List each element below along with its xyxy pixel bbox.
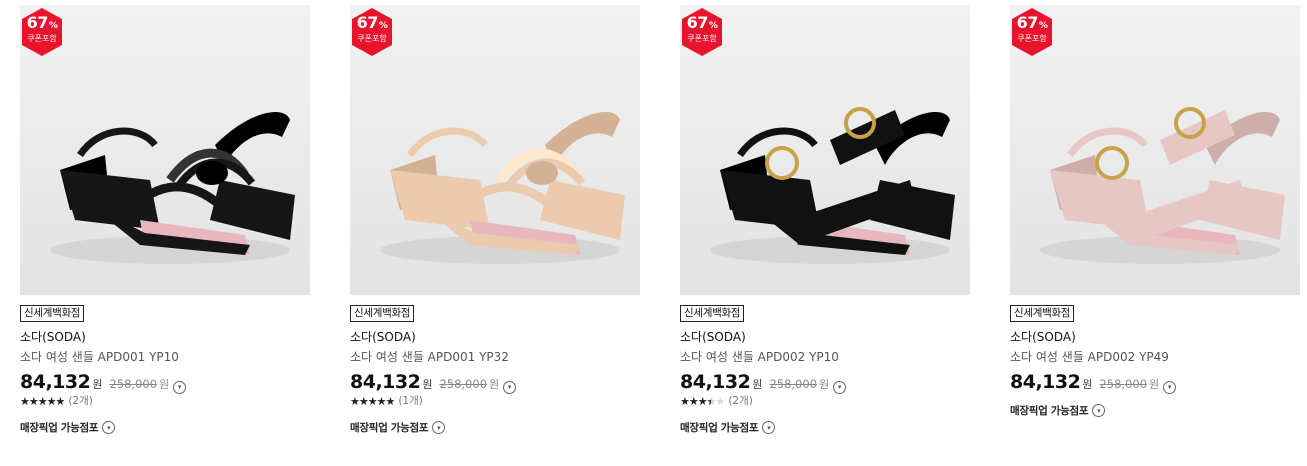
discount-value: 67 bbox=[1016, 13, 1039, 32]
sale-currency: 원 bbox=[422, 378, 433, 391]
review-count[interactable]: (2개) bbox=[68, 395, 93, 408]
chevron-down-icon[interactable]: ▾ bbox=[432, 421, 446, 434]
discount-badge: 67% 쿠폰포함 bbox=[20, 7, 64, 57]
store-tag: 신세계백화점 bbox=[350, 305, 415, 322]
chevron-down-icon[interactable]: ▾ bbox=[833, 380, 847, 394]
discount-percent: 67% bbox=[20, 15, 64, 34]
sale-price: 84,132 bbox=[680, 371, 751, 393]
product-name[interactable]: 소다 여성 샌들 APD001 YP10 bbox=[20, 350, 310, 365]
product-name[interactable]: 소다 여성 샌들 APD002 YP10 bbox=[680, 350, 970, 365]
star-rating-icon: ★★★★★ ★★★★★ bbox=[350, 395, 395, 408]
coupon-label: 쿠폰포함 bbox=[1017, 34, 1047, 43]
sale-price: 84,132 bbox=[20, 371, 91, 393]
discount-percent: 67% bbox=[1010, 15, 1054, 34]
sale-price: 84,132 bbox=[1010, 371, 1081, 393]
stars-filled: ★★★★★ bbox=[350, 395, 395, 408]
coupon-label: 쿠폰포함 bbox=[357, 34, 387, 43]
chevron-down-icon[interactable]: ▾ bbox=[173, 380, 187, 394]
review-count[interactable]: (2개) bbox=[728, 395, 753, 408]
product-card[interactable]: 67% 쿠폰포함 신세계백화점 소다(SODA) 소다 여성 샌들 APD001… bbox=[20, 5, 310, 435]
store-tag: 신세계백화점 bbox=[20, 305, 85, 322]
product-name[interactable]: 소다 여성 샌들 APD002 YP49 bbox=[1010, 350, 1300, 365]
coupon-label: 쿠폰포함 bbox=[687, 34, 717, 43]
pickup-label: 매장픽업 가능점포 bbox=[1010, 405, 1089, 417]
rating: ★★★★★ ★★★★★ (1개) bbox=[350, 395, 640, 408]
star-rating-icon: ★★★★★ ★★★★★ bbox=[680, 395, 725, 408]
original-price: 258,000 bbox=[769, 377, 818, 391]
discount-percent: 67% bbox=[680, 15, 724, 34]
product-card[interactable]: 67% 쿠폰포함 신세계백화점 소다(SODA) 소다 여성 샌들 APD001… bbox=[350, 5, 640, 435]
original-currency: 원 bbox=[159, 378, 170, 391]
product-image[interactable]: 67% 쿠폰포함 bbox=[350, 5, 640, 295]
discount-value: 67 bbox=[356, 13, 379, 32]
product-name[interactable]: 소다 여성 샌들 APD001 YP32 bbox=[350, 350, 640, 365]
discount-value: 67 bbox=[686, 13, 709, 32]
chevron-down-icon[interactable]: ▾ bbox=[503, 380, 517, 394]
rating: ★★★★★ ★★★★★ (2개) bbox=[680, 395, 970, 408]
store-tag: 신세계백화점 bbox=[1010, 305, 1075, 322]
brand-name[interactable]: 소다(SODA) bbox=[680, 330, 970, 345]
percent-sign: % bbox=[48, 21, 58, 31]
discount-badge: 67% 쿠폰포함 bbox=[350, 7, 394, 57]
price-row: 84,132 원 258,000 원 ▾ bbox=[350, 371, 640, 394]
percent-sign: % bbox=[1038, 21, 1048, 31]
original-currency: 원 bbox=[489, 378, 500, 391]
chevron-down-icon[interactable]: ▾ bbox=[1163, 380, 1177, 394]
review-count[interactable]: (1개) bbox=[398, 395, 423, 408]
percent-sign: % bbox=[378, 21, 388, 31]
price-row: 84,132 원 258,000 원 ▾ bbox=[20, 371, 310, 394]
stars-filled: ★★★★★ bbox=[680, 395, 711, 408]
rating: ★★★★★ ★★★★★ (2개) bbox=[20, 395, 310, 408]
store-pickup-info[interactable]: 매장픽업 가능점포 ▾ bbox=[680, 420, 970, 435]
chevron-down-icon[interactable]: ▾ bbox=[762, 421, 776, 434]
brand-name[interactable]: 소다(SODA) bbox=[20, 330, 310, 345]
pickup-label: 매장픽업 가능점포 bbox=[20, 422, 99, 434]
original-currency: 원 bbox=[819, 378, 830, 391]
price-row: 84,132 원 258,000 원 ▾ bbox=[680, 371, 970, 394]
store-pickup-info[interactable]: 매장픽업 가능점포 ▾ bbox=[350, 420, 640, 435]
product-card[interactable]: 67% 쿠폰포함 신세계백화점 소다(SODA) 소다 여성 샌들 APD002… bbox=[1010, 5, 1300, 418]
original-price: 258,000 bbox=[1099, 377, 1148, 391]
sale-currency: 원 bbox=[752, 378, 763, 391]
stars-filled: ★★★★★ bbox=[20, 395, 65, 408]
original-price: 258,000 bbox=[109, 377, 158, 391]
product-image[interactable]: 67% 쿠폰포함 bbox=[20, 5, 310, 295]
original-currency: 원 bbox=[1149, 378, 1160, 391]
brand-name[interactable]: 소다(SODA) bbox=[350, 330, 640, 345]
product-card[interactable]: 67% 쿠폰포함 신세계백화점 소다(SODA) 소다 여성 샌들 APD002… bbox=[680, 5, 970, 435]
discount-value: 67 bbox=[26, 13, 49, 32]
discount-badge: 67% 쿠폰포함 bbox=[1010, 7, 1054, 57]
product-image[interactable]: 67% 쿠폰포함 bbox=[1010, 5, 1300, 295]
chevron-down-icon[interactable]: ▾ bbox=[1092, 404, 1106, 417]
star-rating-icon: ★★★★★ ★★★★★ bbox=[20, 395, 65, 408]
product-image[interactable]: 67% 쿠폰포함 bbox=[680, 5, 970, 295]
sale-price: 84,132 bbox=[350, 371, 421, 393]
brand-name[interactable]: 소다(SODA) bbox=[1010, 330, 1300, 345]
pickup-label: 매장픽업 가능점포 bbox=[680, 422, 759, 434]
store-pickup-info[interactable]: 매장픽업 가능점포 ▾ bbox=[20, 420, 310, 435]
chevron-down-icon[interactable]: ▾ bbox=[102, 421, 116, 434]
discount-badge: 67% 쿠폰포함 bbox=[680, 7, 724, 57]
percent-sign: % bbox=[708, 21, 718, 31]
pickup-label: 매장픽업 가능점포 bbox=[350, 422, 429, 434]
sale-currency: 원 bbox=[92, 378, 103, 391]
store-pickup-info[interactable]: 매장픽업 가능점포 ▾ bbox=[1010, 403, 1300, 418]
sale-currency: 원 bbox=[1082, 378, 1093, 391]
original-price: 258,000 bbox=[439, 377, 488, 391]
discount-percent: 67% bbox=[350, 15, 394, 34]
coupon-label: 쿠폰포함 bbox=[27, 34, 57, 43]
price-row: 84,132 원 258,000 원 ▾ bbox=[1010, 371, 1300, 394]
store-tag: 신세계백화점 bbox=[680, 305, 745, 322]
